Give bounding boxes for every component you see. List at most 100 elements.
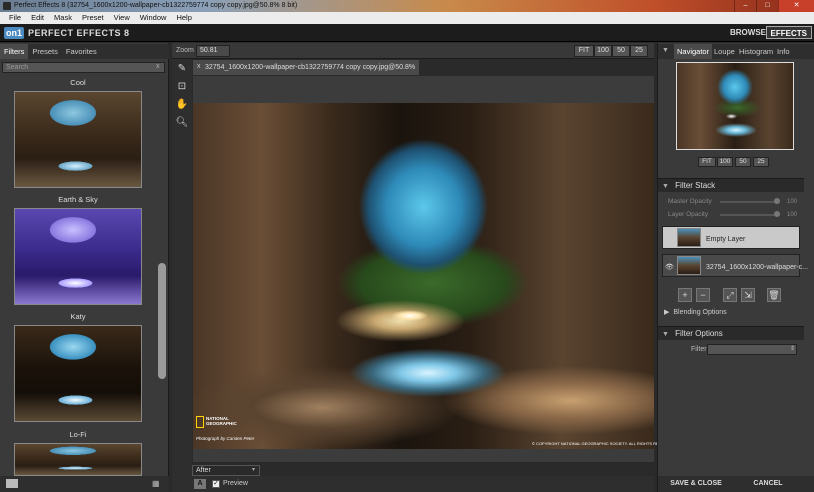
tab-loupe[interactable]: Loupe [714,44,735,59]
preset-label: Earth & Sky [58,195,98,204]
menu-preset[interactable]: Preset [77,12,109,24]
master-opacity-value: 100 [787,199,798,205]
tab-filters[interactable]: Filters [0,44,29,59]
app-icon [3,2,11,10]
expand-triangle-icon: ▶ [664,309,670,316]
menu-bar: File Edit Mask Preset View Window Help [0,12,814,24]
cave-photo[interactable] [193,103,654,449]
menu-edit[interactable]: Edit [26,12,49,24]
list-view-icon[interactable] [6,479,18,488]
eye-icon[interactable]: 👁︎ [665,263,674,271]
navigator-preview[interactable] [676,62,794,150]
before-after-select[interactable]: After [192,465,260,476]
window-title: Perfect Effects 8 (32754_1600x1200-wallp… [14,2,298,9]
nav-fit-button[interactable]: FIT [698,157,716,167]
maximize-button[interactable]: □ [756,0,778,12]
left-panel-tabs: Filters Presets Favorites [0,44,169,59]
add-layer-icon[interactable]: + [678,288,692,302]
layer-opacity-slider[interactable] [720,214,780,216]
tab-info[interactable]: Info [777,44,790,59]
preset-scrollbar[interactable] [158,263,166,379]
preset-label: Katy [70,312,86,321]
zoom-50-button[interactable]: 50 [612,45,630,57]
preview-checkbox[interactable]: ✓ [212,480,220,488]
preset-category-header: Cool [70,78,86,87]
preset-thumbnail-earth-sky[interactable] [14,208,142,305]
master-opacity-knob[interactable] [774,198,780,204]
masking-bug-icon[interactable]: ⊡ [175,80,189,94]
nav-50-button[interactable]: 50 [735,157,751,167]
layer-thumbnail [677,256,701,275]
close-document-icon[interactable]: x [197,63,201,70]
tab-navigator[interactable]: Navigator [674,44,712,59]
zoom-label: Zoom [176,47,194,54]
tab-presets[interactable]: Presets [28,44,61,59]
zoom-fit-button[interactable]: FIT [574,45,594,57]
zoom-100-button[interactable]: 100 [594,45,612,57]
merge-layers-icon[interactable]: ⇲ [741,288,755,302]
filter-stack-title: Filter Stack [675,181,716,190]
filter-options-title: Filter Options [675,329,723,338]
collapse-triangle-icon: ▼ [662,331,669,338]
layer-opacity-value: 100 [787,212,798,218]
trash-icon[interactable]: 🗑︎ [767,288,781,302]
menu-help[interactable]: Help [171,12,196,24]
close-window-button[interactable]: ✕ [778,0,814,12]
stepper-arrows-icon: ⇕ [790,346,796,352]
save-close-button[interactable]: SAVE & CLOSE [660,478,732,490]
master-opacity-label: Master Opacity [668,198,712,205]
collapse-triangle-icon[interactable]: ▼ [662,47,669,54]
search-clear-icon[interactable]: x [156,63,160,70]
app-logo: on1 PERFECT EFFECTS 8 [4,27,130,39]
preview-label: Preview [223,480,248,487]
filter-stack-header[interactable]: ▼ Filter Stack [658,178,804,192]
logo-text: PERFECT EFFECTS 8 [28,28,130,38]
compare-a-button[interactable]: A [194,479,206,489]
layer-opacity-knob[interactable] [774,211,780,217]
remove-layer-icon[interactable]: − [696,288,710,302]
filter-select[interactable] [707,344,797,355]
minimize-button[interactable]: – [734,0,756,12]
blending-options-toggle[interactable]: ▶ Blending Options [664,308,727,316]
blending-options-label: Blending Options [673,309,727,316]
zoom-25-button[interactable]: 25 [630,45,648,57]
menu-view[interactable]: View [109,12,135,24]
zoom-value-field[interactable]: 50.81 [196,45,230,57]
copyright-text: © COPYRIGHT NATIONAL GEOGRAPHIC SOCIETY.… [532,441,677,446]
document-tab[interactable]: 32754_1600x1200-wallpaper-cb1322759774 c… [193,60,419,86]
layer-thumbnail [677,228,701,247]
collapse-triangle-icon: ▼ [662,183,669,190]
menu-file[interactable]: File [4,12,26,24]
left-panel-footer [0,476,169,492]
nav-100-button[interactable]: 100 [717,157,733,167]
tab-favorites[interactable]: Favorites [62,44,101,59]
hand-tool-icon[interactable]: ✋ [175,98,189,112]
effects-mode-button[interactable]: EFFECTS [765,26,812,39]
preset-search-input[interactable]: Search [2,62,165,73]
preset-thumbnail-cool[interactable] [14,91,142,188]
on1-logo-mark: on1 [4,27,25,39]
menu-mask[interactable]: Mask [49,12,77,24]
layer-opacity-label: Layer Opacity [668,211,709,218]
preset-thumbnail-lo-fi[interactable] [14,443,142,476]
cancel-button[interactable]: CANCEL [736,478,800,490]
menu-window[interactable]: Window [135,12,172,24]
zoom-tool-icon[interactable]: 🔍︎ [175,116,189,130]
nav-25-button[interactable]: 25 [753,157,769,167]
browse-mode-button[interactable]: BROWSE [730,28,766,37]
preset-thumbnail-katy[interactable] [14,325,142,422]
layer-name: Empty Layer [706,236,746,243]
filter-options-header[interactable]: ▼ Filter Options [658,326,804,340]
window-title-bar: Perfect Effects 8 (32754_1600x1200-wallp… [0,0,814,12]
masking-brush-icon[interactable]: ✎ [175,62,189,76]
filter-label: Filter [691,346,707,353]
layer-name: 32754_1600x1200-wallpaper-c... [706,264,808,271]
grid-view-icon[interactable]: ▦ [152,479,166,488]
photo-credit: Photograph by Carsten Peter [196,436,255,441]
mask-brush-icon[interactable]: ⤢ [723,288,737,302]
master-opacity-slider[interactable] [720,201,780,203]
national-geographic-logo [196,416,204,428]
chevron-down-icon: ▾ [252,467,256,473]
preset-label: Lo-Fi [69,430,87,439]
tab-histogram[interactable]: Histogram [739,44,773,59]
